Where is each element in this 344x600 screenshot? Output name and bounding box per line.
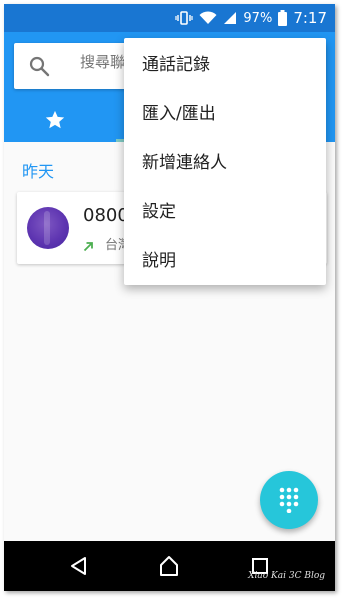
star-icon [45, 110, 65, 129]
menu-item-help[interactable]: 說明 [124, 234, 326, 283]
call-number: 0800 [83, 205, 129, 226]
back-icon [71, 557, 87, 575]
dialpad-icon [279, 487, 299, 513]
status-time: 7:17 [293, 9, 327, 27]
signal-icon [223, 11, 237, 25]
navigation-bar [4, 541, 335, 591]
menu-item-add-contact[interactable]: 新增連絡人 [124, 136, 326, 185]
search-icon[interactable] [28, 55, 50, 81]
back-button[interactable] [59, 546, 99, 586]
menu-item-settings[interactable]: 設定 [124, 185, 326, 234]
tab-speed-dial[interactable] [44, 109, 66, 135]
phone-screen: 97% 7:17 昨天 0800 台灣 通話記錄 匯入/匯出 新增連絡人 [4, 4, 335, 591]
avatar[interactable] [27, 207, 69, 249]
battery-percent: 97% [243, 10, 273, 26]
menu-item-import-export[interactable]: 匯入/匯出 [124, 87, 326, 136]
watermark: Xiao Kai 3C Blog [248, 571, 325, 581]
wifi-icon [199, 11, 217, 25]
section-header-yesterday: 昨天 [22, 162, 55, 181]
menu-item-call-history[interactable]: 通話記錄 [124, 38, 326, 87]
home-button[interactable] [149, 546, 189, 586]
status-bar: 97% 7:17 [4, 4, 335, 32]
dialpad-button[interactable] [260, 471, 318, 529]
vibrate-icon [175, 11, 194, 25]
battery-icon [278, 10, 288, 26]
home-icon [160, 556, 179, 576]
overflow-menu: 通話記錄 匯入/匯出 新增連絡人 設定 說明 [124, 38, 326, 285]
outgoing-call-icon [83, 237, 94, 256]
